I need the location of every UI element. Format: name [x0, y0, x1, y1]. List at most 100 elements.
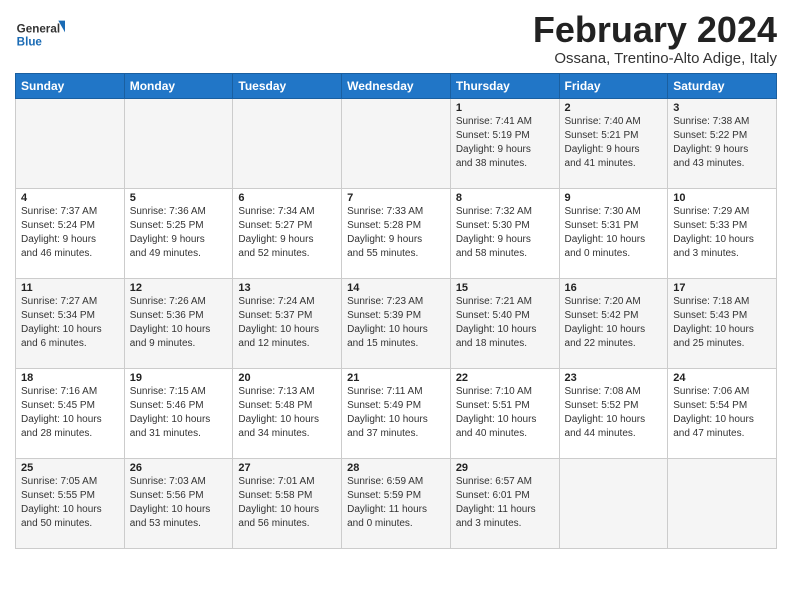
header-cell-saturday: Saturday — [668, 73, 777, 98]
day-cell: 23Sunrise: 7:08 AM Sunset: 5:52 PM Dayli… — [559, 368, 668, 458]
header-cell-wednesday: Wednesday — [342, 73, 451, 98]
day-info: Sunrise: 7:15 AM Sunset: 5:46 PM Dayligh… — [130, 385, 228, 441]
day-number: 11 — [21, 282, 119, 294]
day-number: 29 — [456, 462, 554, 474]
day-number: 2 — [565, 102, 663, 114]
day-number: 4 — [21, 192, 119, 204]
logo-svg: General Blue — [15, 14, 65, 54]
day-number: 5 — [130, 192, 228, 204]
day-cell — [559, 458, 668, 548]
day-cell: 3Sunrise: 7:38 AM Sunset: 5:22 PM Daylig… — [668, 98, 777, 188]
day-cell: 29Sunrise: 6:57 AM Sunset: 6:01 PM Dayli… — [450, 458, 559, 548]
day-info: Sunrise: 7:05 AM Sunset: 5:55 PM Dayligh… — [21, 475, 119, 531]
header-cell-tuesday: Tuesday — [233, 73, 342, 98]
day-cell — [124, 98, 233, 188]
day-cell — [668, 458, 777, 548]
day-info: Sunrise: 7:24 AM Sunset: 5:37 PM Dayligh… — [238, 295, 336, 351]
day-number: 20 — [238, 372, 336, 384]
day-info: Sunrise: 7:13 AM Sunset: 5:48 PM Dayligh… — [238, 385, 336, 441]
day-number: 14 — [347, 282, 445, 294]
day-info: Sunrise: 7:03 AM Sunset: 5:56 PM Dayligh… — [130, 475, 228, 531]
day-cell: 17Sunrise: 7:18 AM Sunset: 5:43 PM Dayli… — [668, 278, 777, 368]
header-cell-thursday: Thursday — [450, 73, 559, 98]
day-number: 26 — [130, 462, 228, 474]
day-number: 3 — [673, 102, 771, 114]
week-row-3: 11Sunrise: 7:27 AM Sunset: 5:34 PM Dayli… — [16, 278, 777, 368]
day-number: 23 — [565, 372, 663, 384]
day-number: 16 — [565, 282, 663, 294]
day-cell: 12Sunrise: 7:26 AM Sunset: 5:36 PM Dayli… — [124, 278, 233, 368]
day-number: 18 — [21, 372, 119, 384]
day-cell — [342, 98, 451, 188]
day-cell: 7Sunrise: 7:33 AM Sunset: 5:28 PM Daylig… — [342, 188, 451, 278]
day-number: 28 — [347, 462, 445, 474]
day-info: Sunrise: 7:41 AM Sunset: 5:19 PM Dayligh… — [456, 115, 554, 171]
week-row-4: 18Sunrise: 7:16 AM Sunset: 5:45 PM Dayli… — [16, 368, 777, 458]
day-number: 12 — [130, 282, 228, 294]
week-row-1: 1Sunrise: 7:41 AM Sunset: 5:19 PM Daylig… — [16, 98, 777, 188]
day-cell: 5Sunrise: 7:36 AM Sunset: 5:25 PM Daylig… — [124, 188, 233, 278]
day-cell: 9Sunrise: 7:30 AM Sunset: 5:31 PM Daylig… — [559, 188, 668, 278]
header-cell-monday: Monday — [124, 73, 233, 98]
week-row-2: 4Sunrise: 7:37 AM Sunset: 5:24 PM Daylig… — [16, 188, 777, 278]
day-cell: 2Sunrise: 7:40 AM Sunset: 5:21 PM Daylig… — [559, 98, 668, 188]
day-info: Sunrise: 6:57 AM Sunset: 6:01 PM Dayligh… — [456, 475, 554, 531]
day-number: 10 — [673, 192, 771, 204]
header-row: SundayMondayTuesdayWednesdayThursdayFrid… — [16, 73, 777, 98]
title-block: February 2024 Ossana, Trentino-Alto Adig… — [533, 10, 777, 67]
day-cell: 25Sunrise: 7:05 AM Sunset: 5:55 PM Dayli… — [16, 458, 125, 548]
day-cell: 10Sunrise: 7:29 AM Sunset: 5:33 PM Dayli… — [668, 188, 777, 278]
day-cell: 22Sunrise: 7:10 AM Sunset: 5:51 PM Dayli… — [450, 368, 559, 458]
day-number: 13 — [238, 282, 336, 294]
day-cell: 19Sunrise: 7:15 AM Sunset: 5:46 PM Dayli… — [124, 368, 233, 458]
day-info: Sunrise: 7:38 AM Sunset: 5:22 PM Dayligh… — [673, 115, 771, 171]
day-number: 19 — [130, 372, 228, 384]
day-info: Sunrise: 7:36 AM Sunset: 5:25 PM Dayligh… — [130, 205, 228, 261]
day-info: Sunrise: 7:40 AM Sunset: 5:21 PM Dayligh… — [565, 115, 663, 171]
svg-text:Blue: Blue — [17, 36, 43, 49]
day-cell: 14Sunrise: 7:23 AM Sunset: 5:39 PM Dayli… — [342, 278, 451, 368]
day-cell: 18Sunrise: 7:16 AM Sunset: 5:45 PM Dayli… — [16, 368, 125, 458]
day-cell: 1Sunrise: 7:41 AM Sunset: 5:19 PM Daylig… — [450, 98, 559, 188]
location: Ossana, Trentino-Alto Adige, Italy — [533, 50, 777, 67]
day-cell: 4Sunrise: 7:37 AM Sunset: 5:24 PM Daylig… — [16, 188, 125, 278]
day-number: 17 — [673, 282, 771, 294]
day-info: Sunrise: 7:10 AM Sunset: 5:51 PM Dayligh… — [456, 385, 554, 441]
day-info: Sunrise: 7:23 AM Sunset: 5:39 PM Dayligh… — [347, 295, 445, 351]
day-info: Sunrise: 7:29 AM Sunset: 5:33 PM Dayligh… — [673, 205, 771, 261]
day-number: 24 — [673, 372, 771, 384]
day-number: 6 — [238, 192, 336, 204]
day-cell: 13Sunrise: 7:24 AM Sunset: 5:37 PM Dayli… — [233, 278, 342, 368]
day-number: 21 — [347, 372, 445, 384]
header-cell-sunday: Sunday — [16, 73, 125, 98]
day-cell: 11Sunrise: 7:27 AM Sunset: 5:34 PM Dayli… — [16, 278, 125, 368]
day-info: Sunrise: 6:59 AM Sunset: 5:59 PM Dayligh… — [347, 475, 445, 531]
day-cell: 15Sunrise: 7:21 AM Sunset: 5:40 PM Dayli… — [450, 278, 559, 368]
day-info: Sunrise: 7:20 AM Sunset: 5:42 PM Dayligh… — [565, 295, 663, 351]
day-number: 22 — [456, 372, 554, 384]
day-number: 7 — [347, 192, 445, 204]
header: General Blue February 2024 Ossana, Trent… — [15, 10, 777, 67]
day-cell: 27Sunrise: 7:01 AM Sunset: 5:58 PM Dayli… — [233, 458, 342, 548]
day-info: Sunrise: 7:32 AM Sunset: 5:30 PM Dayligh… — [456, 205, 554, 261]
day-info: Sunrise: 7:30 AM Sunset: 5:31 PM Dayligh… — [565, 205, 663, 261]
day-number: 15 — [456, 282, 554, 294]
day-info: Sunrise: 7:33 AM Sunset: 5:28 PM Dayligh… — [347, 205, 445, 261]
day-cell: 24Sunrise: 7:06 AM Sunset: 5:54 PM Dayli… — [668, 368, 777, 458]
week-row-5: 25Sunrise: 7:05 AM Sunset: 5:55 PM Dayli… — [16, 458, 777, 548]
day-cell: 6Sunrise: 7:34 AM Sunset: 5:27 PM Daylig… — [233, 188, 342, 278]
day-info: Sunrise: 7:18 AM Sunset: 5:43 PM Dayligh… — [673, 295, 771, 351]
day-cell: 21Sunrise: 7:11 AM Sunset: 5:49 PM Dayli… — [342, 368, 451, 458]
day-info: Sunrise: 7:08 AM Sunset: 5:52 PM Dayligh… — [565, 385, 663, 441]
day-cell — [16, 98, 125, 188]
day-number: 9 — [565, 192, 663, 204]
day-number: 25 — [21, 462, 119, 474]
calendar-table: SundayMondayTuesdayWednesdayThursdayFrid… — [15, 73, 777, 549]
day-info: Sunrise: 7:11 AM Sunset: 5:49 PM Dayligh… — [347, 385, 445, 441]
day-cell: 28Sunrise: 6:59 AM Sunset: 5:59 PM Dayli… — [342, 458, 451, 548]
day-info: Sunrise: 7:26 AM Sunset: 5:36 PM Dayligh… — [130, 295, 228, 351]
day-number: 27 — [238, 462, 336, 474]
day-cell: 16Sunrise: 7:20 AM Sunset: 5:42 PM Dayli… — [559, 278, 668, 368]
header-cell-friday: Friday — [559, 73, 668, 98]
day-cell — [233, 98, 342, 188]
